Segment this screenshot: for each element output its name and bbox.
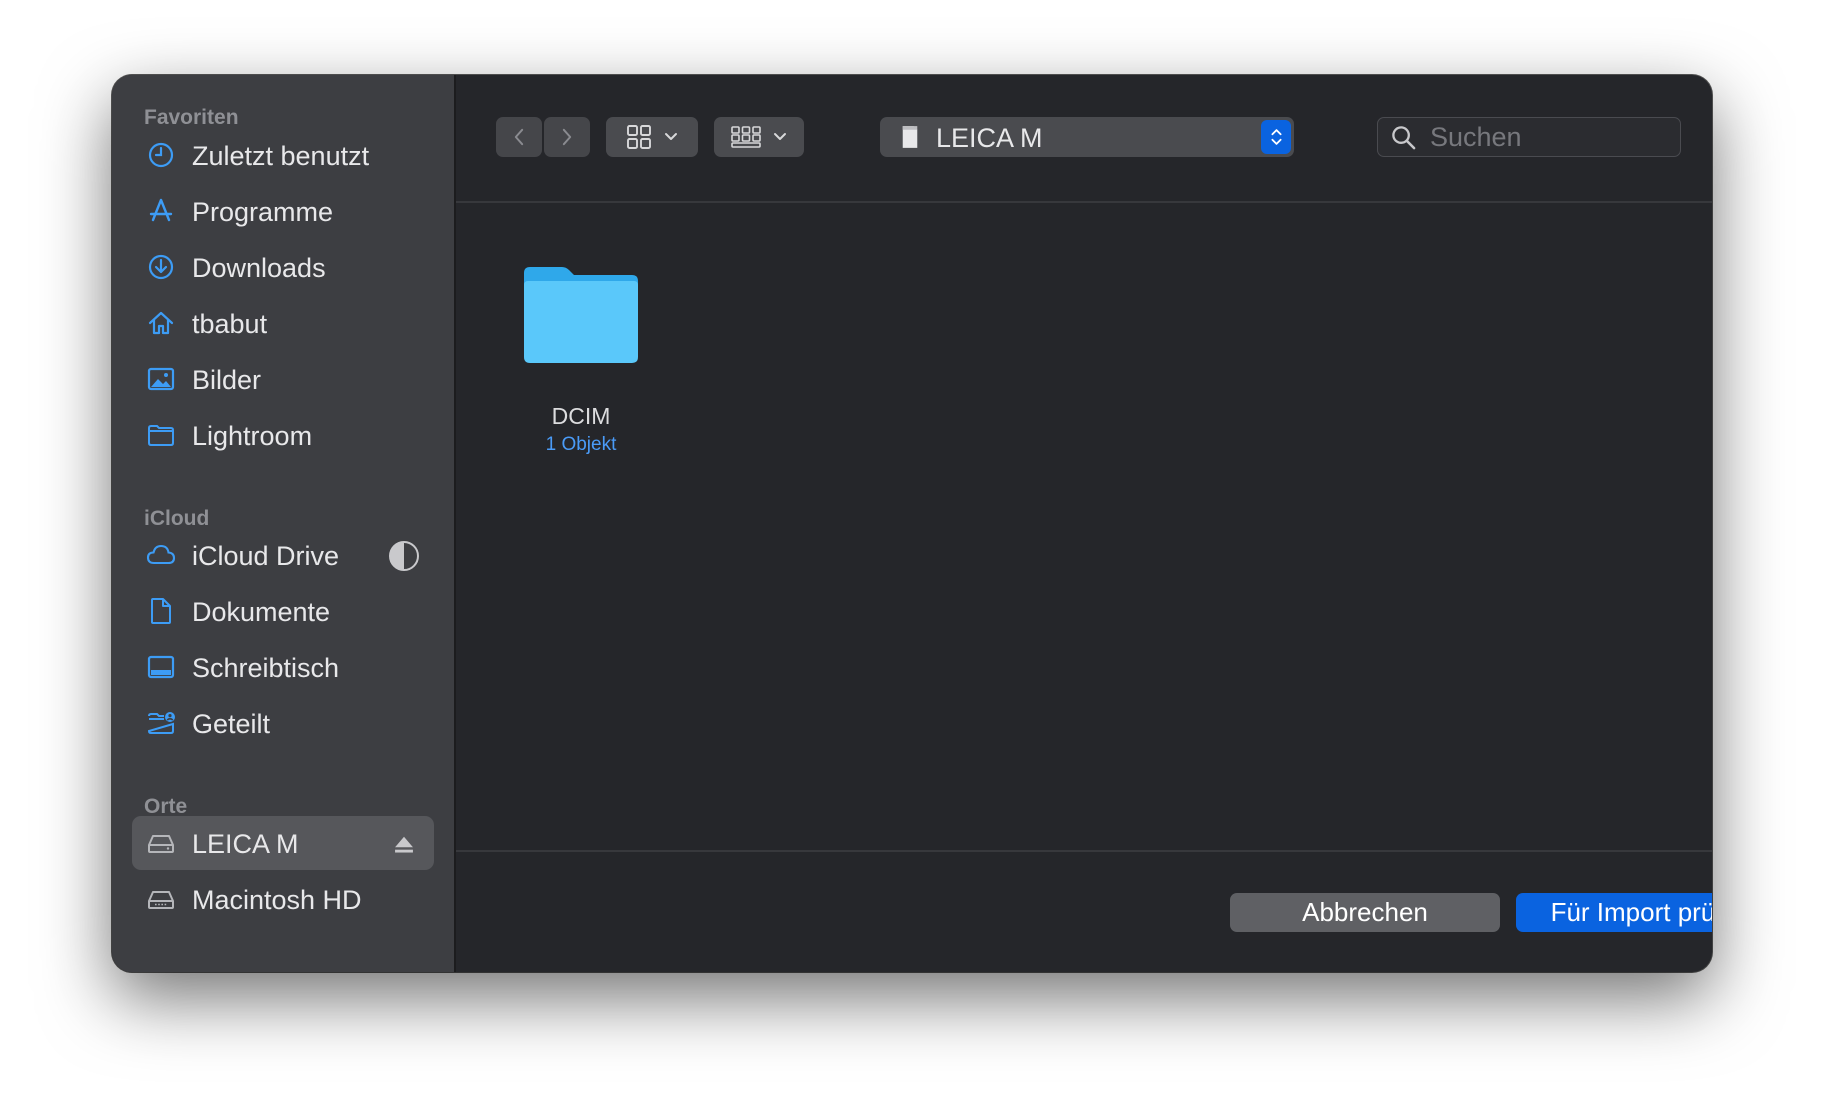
sidebar-item-label: Bilder: [192, 365, 262, 395]
open-dialog-window: Favoriten Zuletzt benutzt Programme Down…: [112, 75, 1712, 972]
sidebar-item-label: Macintosh HD: [192, 885, 362, 915]
icon-view-button[interactable]: [606, 117, 698, 157]
sidebar-section-favoriten: Favoriten: [144, 106, 239, 129]
sidebar-item-schreibtisch[interactable]: Schreibtisch: [132, 640, 434, 694]
search-input[interactable]: [1430, 121, 1670, 153]
chevron-down-icon: [665, 133, 677, 140]
file-browser-area: DCIM 1 Objekt: [456, 203, 1712, 850]
sidebar-item-label: Downloads: [192, 253, 326, 283]
desktop-icon: [146, 653, 176, 681]
sidebar-item-label: Geteilt: [192, 709, 271, 739]
shared-folder-icon: [146, 709, 176, 737]
location-popup[interactable]: LEICA M: [880, 117, 1294, 157]
dialog-footer: Abbrechen Für Import prüfen: [456, 850, 1712, 972]
gallery-grid-icon: [731, 126, 761, 148]
sidebar-item-label: LEICA M: [192, 829, 299, 859]
sidebar-item-programme[interactable]: Programme: [132, 184, 434, 238]
sidebar-item-label: iCloud Drive: [192, 541, 340, 571]
eject-icon[interactable]: [388, 828, 420, 860]
sidebar-item-label: Lightroom: [192, 421, 313, 451]
file-item-dcim[interactable]: DCIM 1 Objekt: [506, 263, 656, 455]
search-field[interactable]: [1377, 117, 1681, 157]
chevron-left-icon: [514, 128, 524, 146]
sidebar-item-label: tbabut: [192, 309, 268, 339]
chevron-right-icon: [562, 128, 572, 146]
location-label: LEICA M: [936, 123, 1043, 153]
file-name: DCIM: [551, 403, 611, 429]
toolbar: LEICA M: [456, 75, 1712, 203]
sd-card-icon: [900, 124, 920, 155]
sidebar-item-downloads[interactable]: Downloads: [132, 240, 434, 294]
download-icon: [146, 253, 176, 281]
back-button[interactable]: [496, 117, 542, 157]
import-check-button[interactable]: Für Import prüfen: [1516, 893, 1712, 932]
forward-button[interactable]: [544, 117, 590, 157]
sidebar-item-icloud-drive[interactable]: iCloud Drive: [132, 528, 434, 582]
folder-icon: [520, 263, 642, 372]
sidebar-item-label: Schreibtisch: [192, 653, 340, 683]
sidebar-item-dokumente[interactable]: Dokumente: [132, 584, 434, 638]
sidebar-item-zuletzt-benutzt[interactable]: Zuletzt benutzt: [132, 128, 434, 182]
sync-progress-icon: [388, 540, 420, 572]
updown-chevron-icon: [1261, 120, 1291, 154]
grid-icon: [627, 125, 651, 149]
sidebar-item-label: Dokumente: [192, 597, 331, 627]
sidebar-item-geteilt[interactable]: Geteilt: [132, 696, 434, 750]
sidebar: Favoriten Zuletzt benutzt Programme Down…: [112, 75, 456, 972]
cancel-button[interactable]: Abbrechen: [1230, 893, 1500, 932]
sidebar-item-label: Programme: [192, 197, 334, 227]
home-icon: [146, 309, 176, 337]
drive-icon: [146, 829, 176, 857]
photo-icon: [146, 365, 176, 393]
clock-icon: [146, 141, 176, 169]
folder-icon: [146, 421, 176, 449]
chevron-down-icon: [774, 133, 786, 140]
cloud-icon: [146, 541, 176, 569]
sidebar-item-label: Zuletzt benutzt: [192, 141, 370, 171]
document-icon: [146, 597, 176, 625]
file-item-count: 1 Objekt: [545, 434, 617, 455]
main-pane: LEICA M DCIM: [456, 75, 1712, 972]
sidebar-item-leica-m[interactable]: LEICA M: [132, 816, 434, 870]
hard-drive-icon: [146, 885, 176, 913]
search-icon: [1390, 124, 1417, 156]
sidebar-item-macintosh-hd[interactable]: Macintosh HD: [132, 872, 434, 926]
sidebar-item-bilder[interactable]: Bilder: [132, 352, 434, 406]
sidebar-item-tbabut[interactable]: tbabut: [132, 296, 434, 350]
group-view-button[interactable]: [714, 117, 804, 157]
sidebar-item-lightroom[interactable]: Lightroom: [132, 408, 434, 462]
apps-icon: [146, 197, 176, 225]
